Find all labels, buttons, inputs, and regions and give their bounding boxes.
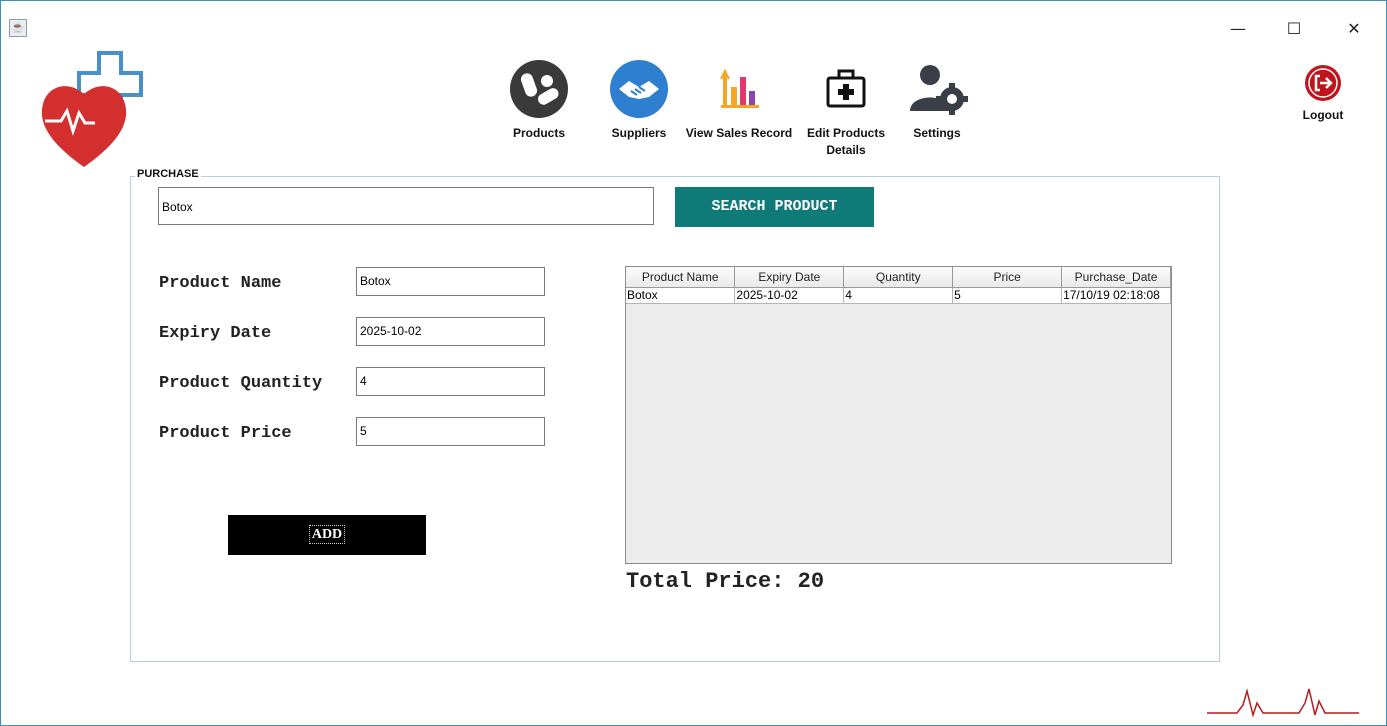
- heartbeat-icon: [1207, 688, 1359, 718]
- maximize-button[interactable]: ☐: [1279, 15, 1309, 43]
- column-header-expiry-date[interactable]: Expiry Date: [734, 267, 845, 288]
- column-header-price[interactable]: Price: [952, 267, 1063, 288]
- table-cell: 17/10/19 02:18:08: [1061, 287, 1171, 304]
- add-button[interactable]: ADD: [228, 515, 426, 555]
- purchase-panel-title: PURCHASE: [135, 168, 201, 180]
- product-price-field[interactable]: 5: [356, 417, 545, 446]
- heart-cross-logo-icon: [41, 51, 143, 167]
- product-quantity-label: Product Quantity: [159, 374, 323, 393]
- table-header-row: Product Name Expiry Date Quantity Price …: [626, 267, 1171, 288]
- pharmacy-logo: [39, 49, 169, 174]
- nav-edit-products-details[interactable]: Edit Products Details: [805, 59, 887, 159]
- nav-label: View Sales Record: [685, 126, 793, 140]
- pills-icon: [510, 60, 568, 118]
- heartbeat-line: [1207, 685, 1362, 726]
- user-gear-icon: [910, 65, 968, 115]
- nav-label: Edit Products Details: [806, 126, 885, 157]
- table-cell: 2025-10-02: [734, 287, 845, 304]
- first-aid-kit-icon: [826, 69, 866, 108]
- bar-chart-icon: [720, 68, 759, 108]
- app-window: ☕ — ☐ ✕ Products Suppliers View Sales Re…: [0, 0, 1387, 726]
- expiry-date-field[interactable]: 2025-10-02: [356, 317, 545, 346]
- nav-settings[interactable]: Settings: [899, 59, 975, 142]
- table-cell: Botox: [626, 287, 736, 304]
- close-button[interactable]: ✕: [1339, 15, 1369, 43]
- logout-button[interactable]: Logout: [1298, 63, 1348, 122]
- column-header-purchase-date[interactable]: Purchase_Date: [1061, 267, 1171, 288]
- product-quantity-field[interactable]: 4: [356, 367, 545, 396]
- logout-icon: [1305, 65, 1341, 101]
- nav-view-sales-record[interactable]: View Sales Record: [684, 59, 794, 142]
- minimize-button[interactable]: —: [1223, 15, 1253, 43]
- search-product-button[interactable]: SEARCH PRODUCT: [675, 187, 874, 227]
- nav-label: Products: [512, 126, 565, 140]
- nav-label: Suppliers: [611, 126, 667, 140]
- product-name-label: Product Name: [159, 274, 282, 293]
- expiry-date-label: Expiry Date: [159, 324, 272, 343]
- nav-suppliers[interactable]: Suppliers: [606, 59, 672, 142]
- java-app-icon: ☕: [9, 19, 27, 37]
- search-input[interactable]: Botox: [158, 187, 654, 225]
- product-name-field[interactable]: Botox: [356, 267, 545, 296]
- column-header-quantity[interactable]: Quantity: [843, 267, 954, 288]
- purchase-table[interactable]: Product Name Expiry Date Quantity Price …: [625, 266, 1172, 564]
- nav-products[interactable]: Products: [506, 59, 572, 142]
- table-row[interactable]: Botox 2025-10-02 4 5 17/10/19 02:18:08: [626, 287, 1171, 304]
- logout-label: Logout: [1302, 108, 1344, 122]
- total-price: Total Price: 20: [626, 569, 825, 594]
- add-button-label: ADD: [308, 525, 346, 544]
- nav-label: Settings: [913, 126, 961, 140]
- handshake-icon: [610, 60, 668, 118]
- table-cell: 5: [952, 287, 1063, 304]
- table-cell: 4: [843, 287, 954, 304]
- column-header-product-name[interactable]: Product Name: [626, 267, 736, 288]
- product-price-label: Product Price: [159, 424, 292, 443]
